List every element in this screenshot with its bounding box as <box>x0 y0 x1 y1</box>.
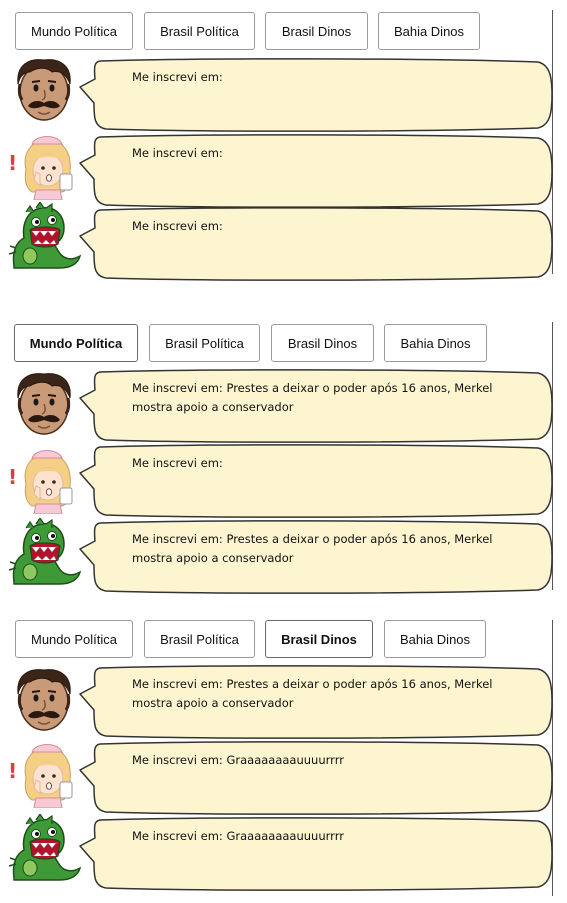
message-text: Me inscrevi em: <box>132 70 223 84</box>
message-text: Me inscrevi em: Graaaaaaaauuuurrrr <box>132 753 344 767</box>
tab-mundo-politica[interactable]: Mundo Política <box>14 324 138 362</box>
nurse-icon: ! <box>6 444 82 514</box>
message-text: Me inscrevi em: Prestes a deixar o poder… <box>132 677 493 710</box>
speech-bubble: Me inscrevi em: Graaaaaaaauuuurrrr <box>78 740 554 816</box>
speech-bubble: Me inscrevi em: Prestes a deixar o poder… <box>78 519 554 595</box>
speech-bubble: Me inscrevi em: Graaaaaaaauuuurrrr <box>78 816 554 892</box>
panel-1: Mundo Política Brasil Política Brasil Di… <box>0 0 567 282</box>
svg-text:!: ! <box>8 151 17 175</box>
speech-bubble: Me inscrevi em: <box>78 206 554 282</box>
message-text: Me inscrevi em: Graaaaaaaauuuurrrr <box>132 829 344 843</box>
panel-2: Mundo Política Brasil Política Brasil Di… <box>0 300 567 600</box>
tab-brasil-dinos[interactable]: Brasil Dinos <box>265 12 368 50</box>
man-with-mustache-icon <box>6 54 82 124</box>
green-dinosaur-icon <box>6 814 82 884</box>
speech-bubble: Me inscrevi em: Prestes a deixar o poder… <box>78 664 554 740</box>
message-text: Me inscrevi em: Prestes a deixar o poder… <box>132 532 493 565</box>
speech-bubble: Me inscrevi em: <box>78 133 554 209</box>
tab-mundo-politica[interactable]: Mundo Política <box>15 12 133 50</box>
green-dinosaur-icon <box>6 518 82 588</box>
speech-bubble: Me inscrevi em: Prestes a deixar o poder… <box>78 368 554 444</box>
speech-bubble: Me inscrevi em: <box>78 443 554 519</box>
message-text: Me inscrevi em: <box>132 146 223 160</box>
tab-bahia-dinos[interactable]: Bahia Dinos <box>384 620 486 658</box>
man-with-mustache-icon <box>6 368 82 438</box>
tab-mundo-politica[interactable]: Mundo Política <box>15 620 133 658</box>
svg-text:!: ! <box>8 759 17 783</box>
tab-brasil-politica[interactable]: Brasil Política <box>144 620 255 658</box>
message-text: Me inscrevi em: <box>132 219 223 233</box>
message-text: Me inscrevi em: <box>132 456 223 470</box>
nurse-icon: ! <box>6 130 82 200</box>
tab-bahia-dinos[interactable]: Bahia Dinos <box>378 12 480 50</box>
panel-3: Mundo Política Brasil Política Brasil Di… <box>0 610 567 903</box>
tab-brasil-politica[interactable]: Brasil Política <box>149 324 260 362</box>
green-dinosaur-icon <box>6 202 82 272</box>
svg-text:!: ! <box>8 465 17 489</box>
tab-brasil-dinos[interactable]: Brasil Dinos <box>271 324 374 362</box>
tab-brasil-dinos[interactable]: Brasil Dinos <box>265 620 373 658</box>
speech-bubble: Me inscrevi em: <box>78 57 554 133</box>
tab-bahia-dinos[interactable]: Bahia Dinos <box>384 324 487 362</box>
message-text: Me inscrevi em: Prestes a deixar o poder… <box>132 381 493 414</box>
nurse-icon: ! <box>6 738 82 808</box>
man-with-mustache-icon <box>6 664 82 734</box>
tab-brasil-politica[interactable]: Brasil Política <box>144 12 255 50</box>
